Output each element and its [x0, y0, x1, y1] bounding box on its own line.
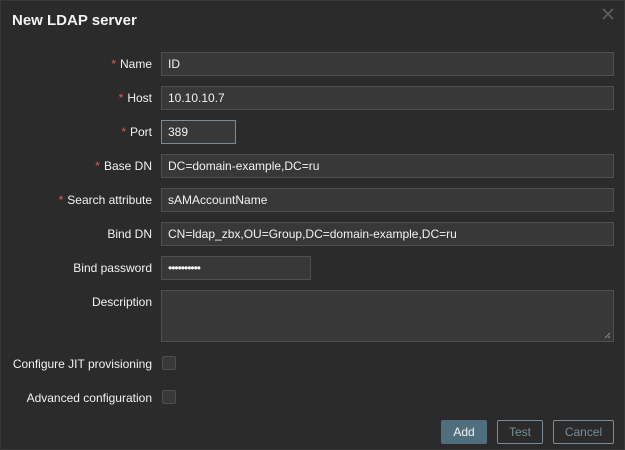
test-button[interactable]: Test [497, 420, 543, 444]
description-label: Description [91, 295, 152, 309]
description-textarea[interactable] [161, 290, 614, 342]
bind-password-label: Bind password [73, 261, 152, 275]
host-input[interactable]: 10.10.10.7 [161, 86, 614, 110]
bind-dn-label: Bind DN [107, 227, 152, 241]
base-dn-input[interactable]: DC=domain-example,DC=ru [161, 154, 614, 178]
port-input[interactable]: 389 [161, 120, 236, 144]
add-button[interactable]: Add [441, 420, 487, 444]
resize-grip-icon[interactable] [604, 332, 611, 339]
advanced-label: Advanced configuration [26, 391, 152, 405]
cancel-button[interactable]: Cancel [553, 420, 614, 444]
search-attribute-input[interactable]: sAMAccountName [161, 188, 614, 212]
close-icon[interactable] [601, 7, 615, 21]
port-label: * Port [121, 125, 152, 139]
dialog-title: New LDAP server [12, 12, 137, 29]
bind-dn-input[interactable]: CN=ldap_zbx,OU=Group,DC=domain-example,D… [161, 222, 614, 246]
bind-password-input[interactable]: •••••••••• [161, 256, 311, 280]
jit-label: Configure JIT provisioning [12, 357, 152, 371]
advanced-checkbox[interactable] [162, 390, 176, 404]
name-input[interactable]: ID [161, 52, 614, 76]
host-label: * Host [118, 91, 152, 105]
ldap-server-dialog: New LDAP server * Name ID * Host 10.10.10.… [0, 0, 625, 450]
base-dn-label: * Base DN [95, 159, 152, 173]
search-attribute-label: * Search attribute [58, 193, 152, 207]
name-label: * Name [111, 57, 152, 71]
jit-checkbox[interactable] [162, 356, 176, 370]
